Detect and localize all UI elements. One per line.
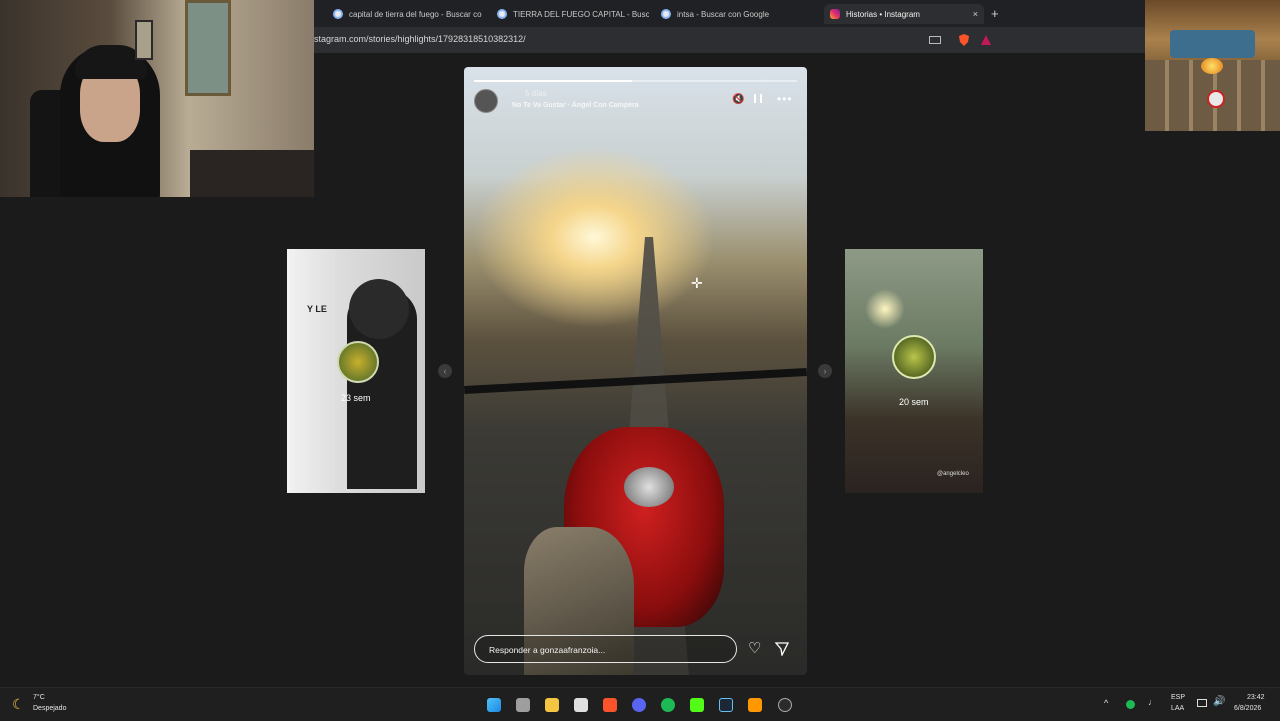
language-top[interactable]: ESP xyxy=(1171,694,1185,701)
like-heart-icon[interactable]: ♡ xyxy=(748,641,761,656)
tab-title: TIERRA DEL FUEGO CAPITAL - Buscar xyxy=(513,9,649,19)
story-overlay-text: Y LE xyxy=(307,304,327,314)
story-progress-fill xyxy=(474,80,632,82)
send-icon[interactable] xyxy=(775,642,789,656)
app-icon[interactable] xyxy=(748,698,762,712)
tab-capital-tierra-del-fuego[interactable]: capital de tierra del fuego - Buscar co xyxy=(333,4,485,24)
clock-date[interactable]: 6/8/2026 xyxy=(1234,705,1261,712)
tab-tierra-del-fuego-capital[interactable]: TIERRA DEL FUEGO CAPITAL - Buscar xyxy=(497,4,649,24)
desk xyxy=(190,150,314,197)
wall-frame xyxy=(135,20,153,60)
story-time: 20 sem xyxy=(899,397,929,407)
game-coin-burst xyxy=(1201,58,1223,74)
story-avatar xyxy=(337,341,379,383)
more-options-icon[interactable]: ••• xyxy=(777,92,793,106)
clock-time[interactable]: 23:42 xyxy=(1247,694,1265,701)
weather-moon-icon[interactable]: ☾ xyxy=(12,696,25,713)
watermark: @angelcleo xyxy=(937,471,969,477)
story-avatar xyxy=(892,335,936,379)
network-icon[interactable] xyxy=(1197,699,1207,707)
previous-story-button[interactable]: ‹ xyxy=(438,364,452,378)
kick-icon[interactable] xyxy=(690,698,704,712)
google-icon xyxy=(661,9,671,19)
current-story[interactable]: 5 días No Te Va Gustar · Ángel Con Campe… xyxy=(464,67,807,675)
microphone-icon[interactable]: ♩ xyxy=(1148,697,1157,707)
weather-temperature[interactable]: 7°C xyxy=(33,694,45,701)
spotify-icon[interactable] xyxy=(661,698,675,712)
close-tab-button[interactable]: × xyxy=(967,9,984,19)
discord-icon[interactable] xyxy=(632,698,646,712)
tab-intsa[interactable]: intsa - Buscar con Google xyxy=(661,4,813,24)
volume-icon[interactable]: 🔊 xyxy=(1213,696,1225,707)
google-icon xyxy=(333,9,343,19)
tab-title: intsa - Buscar con Google xyxy=(677,9,770,19)
story-avatar[interactable] xyxy=(474,89,498,113)
task-view-icon[interactable] xyxy=(516,698,530,712)
webcam-overlay xyxy=(0,0,314,197)
tab-historias-instagram[interactable]: Historias • Instagram × xyxy=(824,4,984,24)
brave-rewards-icon[interactable] xyxy=(980,34,992,46)
file-explorer-icon[interactable] xyxy=(545,698,559,712)
url-text[interactable]: stagram.com/stories/highlights/179283185… xyxy=(314,34,526,44)
google-icon xyxy=(497,9,507,19)
show-hidden-icons-icon[interactable]: ^ xyxy=(1104,698,1108,708)
pause-icon[interactable] xyxy=(754,94,762,103)
settings-icon[interactable] xyxy=(778,698,792,712)
fuel-cap xyxy=(624,467,674,507)
new-tab-button[interactable]: + xyxy=(991,6,999,21)
previous-story-card[interactable]: Y LE 23 sem xyxy=(287,249,425,493)
handlebar xyxy=(464,357,807,407)
story-time: 5 días xyxy=(525,89,547,98)
reply-placeholder: Responder a gonzaafranzoia... xyxy=(489,645,606,655)
reply-input[interactable]: Responder a gonzaafranzoia... xyxy=(474,635,737,663)
story-time: 23 sem xyxy=(341,393,371,403)
brave-browser-icon[interactable] xyxy=(603,698,617,712)
instagram-icon xyxy=(830,9,840,19)
brave-shields-icon[interactable] xyxy=(958,34,970,46)
next-story-button[interactable]: › xyxy=(818,364,832,378)
tab-title: Historias • Instagram xyxy=(846,9,920,19)
story-audio[interactable]: No Te Va Gustar · Ángel Con Campera xyxy=(512,102,639,109)
cast-icon[interactable] xyxy=(929,36,941,44)
cursor-crosshair-icon: ✛ xyxy=(691,275,703,291)
game-character xyxy=(1207,90,1225,108)
person-head xyxy=(349,279,409,339)
sun-glow xyxy=(865,289,905,329)
steam-icon[interactable] xyxy=(719,698,733,712)
game-train xyxy=(1170,30,1255,58)
game-overlay xyxy=(1145,0,1280,131)
windows-start-icon[interactable] xyxy=(487,698,501,712)
windows-taskbar: ☾ 7°C Despejado ^ ♩ ESP LAA 🔊 23:42 6/8/… xyxy=(0,687,1280,721)
tab-title: capital de tierra del fuego - Buscar co xyxy=(349,9,482,19)
microsoft-store-icon[interactable] xyxy=(574,698,588,712)
weather-description[interactable]: Despejado xyxy=(33,705,66,712)
mute-icon[interactable]: 🔇 xyxy=(732,94,744,105)
tray-status-icon[interactable] xyxy=(1126,700,1135,709)
language-bottom[interactable]: LAA xyxy=(1171,705,1184,712)
next-story-card[interactable]: 20 sem @angelcleo xyxy=(845,249,983,493)
wall-mirror xyxy=(185,0,231,96)
